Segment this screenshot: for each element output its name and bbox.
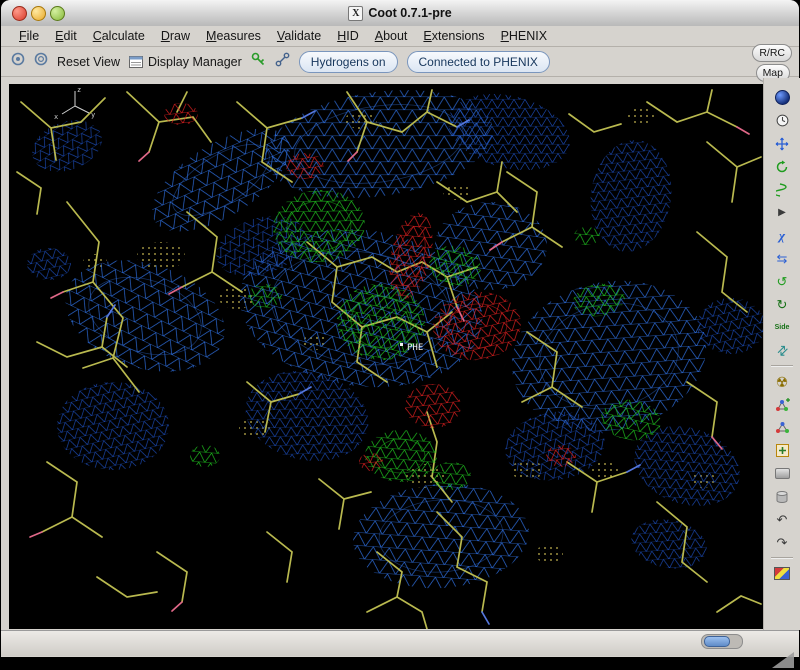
side-chain-tool-button[interactable]: Side xyxy=(768,316,796,339)
refine-icon: ↻ xyxy=(777,298,788,311)
add-molecule-icon xyxy=(774,398,790,412)
axis-z-label: z xyxy=(77,86,81,94)
menu-file[interactable]: File xyxy=(11,27,47,45)
flip-arrows-icon: ⇆ xyxy=(777,252,788,265)
coot-window: X Coot 0.7.1-pre File Edit Calculate Dra… xyxy=(0,0,800,670)
menu-calculate[interactable]: Calculate xyxy=(85,27,153,45)
key-icon[interactable] xyxy=(251,52,266,72)
play-tool-button[interactable]: ▶ xyxy=(768,201,796,224)
menubar: File Edit Calculate Draw Measures Valida… xyxy=(1,26,799,47)
refine-tool-button[interactable]: ↻ xyxy=(768,293,796,316)
menu-draw[interactable]: Draw xyxy=(153,27,198,45)
chi-angles-icon: χ xyxy=(779,228,785,244)
ring-icon[interactable] xyxy=(34,52,48,71)
radiation-tool-button[interactable]: ☢ xyxy=(768,370,796,393)
resize-grip[interactable] xyxy=(772,652,794,668)
globe-icon xyxy=(775,90,790,105)
helix-icon xyxy=(776,183,788,197)
rotamer-icon: ↺ xyxy=(777,275,788,288)
undo-icon: ↶ xyxy=(777,513,788,526)
flip-tool-button[interactable]: ⇆ xyxy=(768,247,796,270)
bullseye-icon[interactable] xyxy=(11,52,25,71)
statusbar-scrollbar[interactable] xyxy=(701,634,743,649)
toolbar-separator xyxy=(771,557,793,559)
plus-box-icon xyxy=(776,444,789,457)
rrc-button[interactable]: R/RC xyxy=(752,44,792,62)
molecular-viewport[interactable]: z y x PHE xyxy=(9,84,763,629)
menu-extensions[interactable]: Extensions xyxy=(415,27,492,45)
clock-icon xyxy=(776,114,789,127)
window-title-area: X Coot 0.7.1-pre xyxy=(1,0,799,26)
molecule-tool-button[interactable] xyxy=(768,416,796,439)
clock-tool-button[interactable] xyxy=(768,109,796,132)
rama-plot-tool-button[interactable] xyxy=(768,562,796,585)
rotate-icon xyxy=(775,160,789,174)
menu-edit[interactable]: Edit xyxy=(47,27,85,45)
statusbar-scrollbar-thumb[interactable] xyxy=(704,636,730,647)
titlebar[interactable]: X Coot 0.7.1-pre xyxy=(1,0,799,27)
radiation-icon: ☢ xyxy=(776,375,789,389)
reset-view-button[interactable]: Reset View xyxy=(57,55,120,69)
play-icon: ▶ xyxy=(778,208,786,218)
toolbar-separator xyxy=(771,365,793,367)
display-manager-button[interactable]: Display Manager xyxy=(129,55,242,69)
bond-icon[interactable] xyxy=(275,52,290,72)
x11-icon: X xyxy=(348,6,363,21)
window-title: Coot 0.7.1-pre xyxy=(368,6,451,20)
redo-tool-button[interactable]: ↷ xyxy=(768,531,796,554)
toolbar: Reset View Display Manager Hydrogens on … xyxy=(1,47,799,77)
atom-marker xyxy=(400,343,403,346)
phenix-connection-button[interactable]: Connected to PHENIX xyxy=(407,51,550,73)
menu-measures[interactable]: Measures xyxy=(198,27,269,45)
residue-label: PHE xyxy=(407,343,423,353)
axis-y-label: y xyxy=(91,111,95,119)
menu-about[interactable]: About xyxy=(367,27,416,45)
chi-angles-tool-button[interactable]: χ xyxy=(768,224,796,247)
printer-icon xyxy=(775,468,790,479)
cylinder-icon xyxy=(775,490,789,504)
redo-icon: ↷ xyxy=(777,536,788,549)
axis-x-label: x xyxy=(54,113,58,121)
undo-tool-button[interactable]: ↶ xyxy=(768,508,796,531)
menu-phenix[interactable]: PHENIX xyxy=(493,27,556,45)
hydrogens-toggle-button[interactable]: Hydrogens on xyxy=(299,51,398,73)
status-bar: (mol. no: 0) C /1/A/138 PHE occ: 1.00 bf… xyxy=(1,630,799,656)
printer-tool-button[interactable] xyxy=(768,462,796,485)
window-chrome: X Coot 0.7.1-pre File Edit Calculate Dra… xyxy=(1,0,799,657)
diagonal-arrows-icon: ⇄ xyxy=(774,342,791,359)
menu-validate[interactable]: Validate xyxy=(269,27,329,45)
translate-icon xyxy=(775,137,789,151)
add-residue-tool-button[interactable] xyxy=(768,439,796,462)
translate-tool-button[interactable] xyxy=(768,132,796,155)
add-molecule-tool-button[interactable] xyxy=(768,393,796,416)
display-manager-icon xyxy=(129,56,143,68)
menu-hid[interactable]: HID xyxy=(329,27,367,45)
right-toolbar: ▶ χ ⇆ ↺ ↻ Side ⇄ ☢ ↶ ↷ xyxy=(763,78,800,630)
delete-tool-button[interactable] xyxy=(768,485,796,508)
diagonal-arrows-tool-button[interactable]: ⇄ xyxy=(768,339,796,362)
rotamer-tool-button[interactable]: ↺ xyxy=(768,270,796,293)
rama-plot-icon xyxy=(774,567,790,580)
globe-tool-button[interactable] xyxy=(768,86,796,109)
rotate-tool-button[interactable] xyxy=(768,155,796,178)
molecule-icon xyxy=(775,421,790,434)
helix-tool-button[interactable] xyxy=(768,178,796,201)
side-chain-icon: Side xyxy=(775,324,790,331)
